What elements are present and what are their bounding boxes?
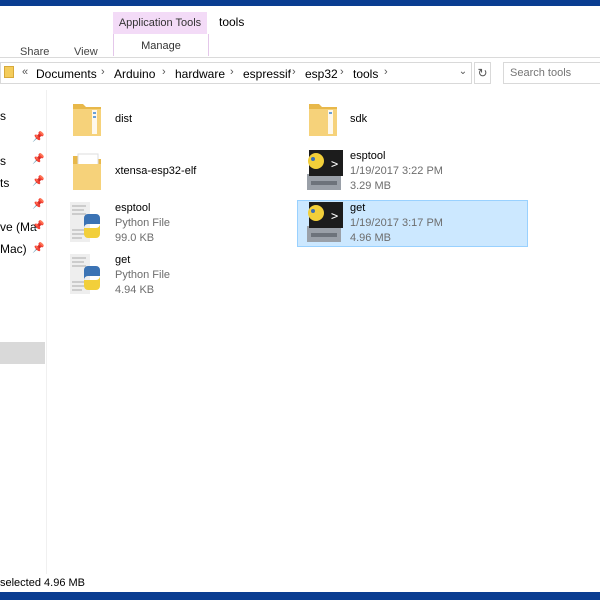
chevron-down-icon[interactable]: ⌄ <box>456 66 470 80</box>
file-kind: Python File <box>115 217 171 229</box>
tab-manage[interactable]: Manage <box>113 34 209 56</box>
breadcrumb-separator[interactable]: › <box>101 66 105 78</box>
tab-view[interactable]: View <box>74 46 98 58</box>
navigation-pane: s 📌 s 📌 ts 📌 📌 ve (Ma 📌 Mac) 📌 <box>0 90 47 575</box>
nav-item-mac[interactable]: Mac) <box>0 242 27 256</box>
refresh-icon[interactable]: ↻ <box>474 62 491 84</box>
file-name[interactable]: sdk <box>350 113 367 125</box>
file-name[interactable]: get <box>115 254 130 266</box>
file-size: 99.0 KB <box>115 232 155 244</box>
file-item-esptool-exe[interactable]: > <box>303 148 345 192</box>
contextual-tab-header: Application Tools <box>113 12 207 34</box>
breadcrumb-hardware[interactable]: hardware <box>175 67 225 81</box>
status-bar <box>0 574 600 592</box>
ribbon: Share View <box>0 6 600 58</box>
search-input[interactable] <box>503 62 600 84</box>
breadcrumb-separator[interactable]: › <box>292 66 296 78</box>
file-name[interactable]: xtensa-esp32-elf <box>115 165 196 177</box>
breadcrumb-documents[interactable]: Documents <box>36 67 97 81</box>
window-title: tools <box>219 15 245 29</box>
file-item-xtensa[interactable] <box>70 150 104 192</box>
python-file-icon <box>70 254 100 294</box>
pin-icon[interactable]: 📌 <box>32 154 44 165</box>
breadcrumb-separator[interactable]: › <box>384 66 388 78</box>
pin-icon[interactable]: 📌 <box>32 221 44 232</box>
python-exe-icon: > <box>307 202 343 242</box>
file-size: 4.96 MB <box>350 232 391 244</box>
window-bottom-border <box>0 592 600 600</box>
file-size: 4.94 KB <box>115 284 155 296</box>
file-name[interactable]: get <box>350 202 365 214</box>
python-exe-icon: > <box>307 150 343 190</box>
file-name[interactable]: dist <box>115 113 132 125</box>
breadcrumb-separator[interactable]: › <box>162 66 166 78</box>
pin-icon[interactable]: 📌 <box>32 199 44 210</box>
breadcrumb-separator[interactable]: › <box>230 66 234 78</box>
file-name[interactable]: esptool <box>115 202 150 214</box>
folder-icon <box>309 104 337 136</box>
breadcrumb-overflow[interactable]: « <box>22 66 28 78</box>
file-size: 3.29 MB <box>350 180 391 192</box>
breadcrumb-arduino[interactable]: Arduino <box>114 67 155 81</box>
file-date: 1/19/2017 3:22 PM <box>350 165 443 177</box>
breadcrumb-separator[interactable]: › <box>340 66 344 78</box>
svg-text:>: > <box>331 209 338 223</box>
file-kind: Python File <box>115 269 171 281</box>
folder-icon <box>73 104 101 136</box>
pin-icon[interactable]: 📌 <box>32 243 44 254</box>
folder-icon <box>4 66 14 78</box>
file-item-get-exe[interactable]: > <box>303 200 345 244</box>
svg-text:>: > <box>331 157 338 171</box>
file-item-sdk[interactable] <box>306 98 340 138</box>
file-item-dist[interactable] <box>70 98 104 138</box>
breadcrumb-esp32[interactable]: esp32 <box>305 67 338 81</box>
nav-item-2[interactable]: s <box>0 154 6 168</box>
nav-selected-item[interactable] <box>0 342 45 364</box>
nav-item-3[interactable]: ts <box>0 176 9 190</box>
breadcrumb-espressif[interactable]: espressif <box>243 67 291 81</box>
folder-icon <box>73 153 101 190</box>
status-text: selected 4.96 MB <box>0 577 85 589</box>
breadcrumb-tools[interactable]: tools <box>353 67 378 81</box>
file-item-esptool-py[interactable] <box>68 200 108 246</box>
pin-icon[interactable]: 📌 <box>32 132 44 143</box>
file-item-get-py[interactable] <box>68 252 108 298</box>
file-name[interactable]: esptool <box>350 150 385 162</box>
file-date: 1/19/2017 3:17 PM <box>350 217 443 229</box>
nav-item-1[interactable]: s <box>0 109 6 123</box>
python-file-icon <box>70 202 100 242</box>
tab-share[interactable]: Share <box>20 46 49 58</box>
pin-icon[interactable]: 📌 <box>32 176 44 187</box>
